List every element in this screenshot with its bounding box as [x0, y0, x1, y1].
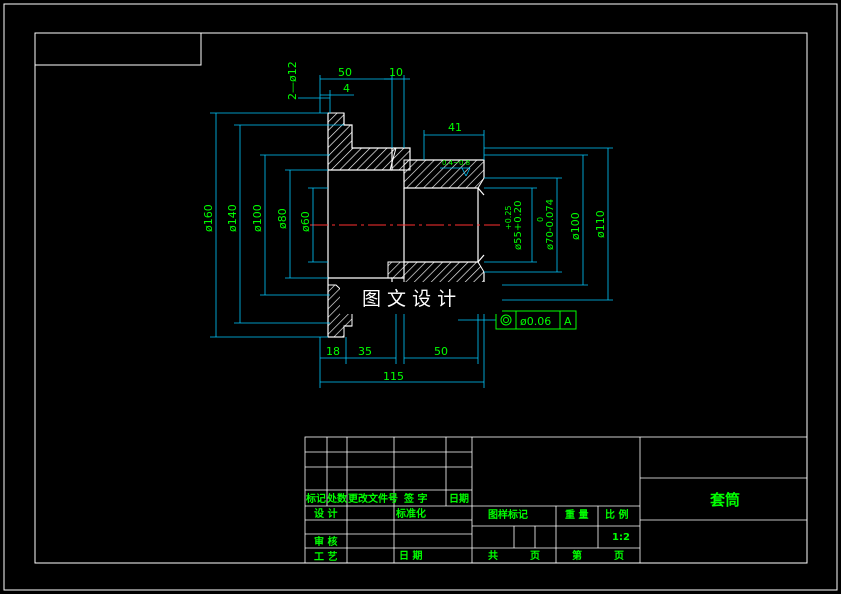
- rev-header-mark: 标记: [305, 492, 326, 505]
- part-name: 套筒: [709, 491, 740, 509]
- title-block-text: 标记 处数 更改文件号 签 字 日期 设 计 标准化 审 核 工 艺 日 期 图…: [305, 491, 740, 563]
- dim-50-top: 50: [338, 66, 352, 79]
- dim-18: 18: [326, 345, 340, 358]
- dim-50-bottom: 50: [434, 345, 448, 358]
- scale-value: 1:2: [612, 532, 630, 543]
- dim-4: 4: [343, 82, 350, 95]
- label-design: 设 计: [314, 507, 337, 520]
- tolerance-value: ø0.06: [520, 315, 551, 328]
- label-sheet2: 页: [614, 550, 624, 562]
- dim-dia-100-left: ø100: [251, 204, 264, 232]
- dim-chamfer: 0.4~0.8: [442, 159, 470, 167]
- dim-dia-70-tol: 0: [536, 217, 545, 222]
- label-sheet: 页: [530, 550, 540, 562]
- label-stage-mark: 图样标记: [488, 508, 528, 521]
- rev-header-date: 日期: [449, 492, 469, 505]
- dim-dia-160: ø160: [202, 204, 215, 232]
- dim-dia-80: ø80: [276, 208, 289, 229]
- dim-dia-55: ø55+0.20: [513, 201, 524, 251]
- dim-dia-140: ø140: [226, 204, 239, 232]
- dim-35: 35: [358, 345, 372, 358]
- tolerance-frame: ø0.06 A: [495, 310, 577, 330]
- label-review: 审 核: [314, 535, 337, 548]
- dim-10: 10: [389, 66, 403, 79]
- dim-dia-55-tol: +0.25: [504, 205, 513, 230]
- drawing-canvas: 50 10 4 41 2—ø12 ø160 ø140 ø100 ø80 ø60 …: [3, 3, 838, 591]
- label-date: 日 期: [399, 549, 422, 562]
- concentricity-icon: [500, 314, 512, 326]
- tolerance-datum: A: [564, 315, 572, 328]
- dim-dia-110: ø110: [594, 210, 607, 238]
- dim-dia-70: ø70-0.074: [545, 199, 556, 250]
- label-total: 共: [488, 549, 498, 562]
- dim-dia-100-right: ø100: [569, 212, 582, 240]
- rev-header-doc: 更改文件号: [348, 492, 398, 505]
- rev-header-count: 处数: [326, 492, 348, 505]
- label-process: 工 艺: [314, 550, 337, 563]
- label-scale: 比 例: [605, 508, 628, 521]
- watermark-text: 图 文 设 计: [362, 288, 456, 310]
- label-number: 第: [572, 549, 582, 562]
- dim-holes: 2—ø12: [286, 61, 299, 100]
- watermark: 图 文 设 计: [340, 282, 502, 314]
- dim-41: 41: [448, 121, 462, 134]
- label-weight: 重 量: [565, 508, 588, 521]
- label-standardize: 标准化: [395, 507, 426, 520]
- dim-dia-60: ø60: [299, 211, 312, 232]
- dim-115: 115: [383, 370, 404, 383]
- rev-header-sign: 签 字: [403, 492, 427, 505]
